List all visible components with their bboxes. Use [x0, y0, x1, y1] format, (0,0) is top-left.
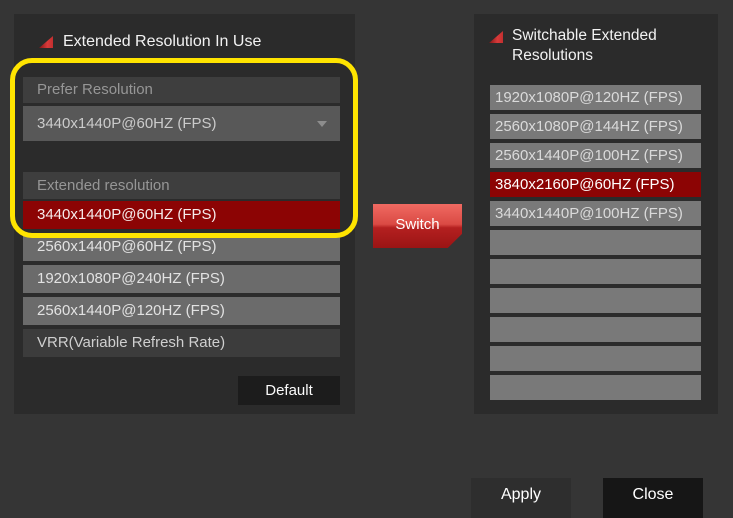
extended-resolution-item[interactable]: 2560x1440P@60HZ (FPS) — [23, 233, 340, 261]
default-button[interactable]: Default — [238, 376, 340, 405]
prefer-resolution-header: Prefer Resolution — [23, 77, 340, 103]
chevron-down-icon — [317, 121, 327, 127]
switch-button[interactable]: Switch — [373, 204, 462, 248]
red-triangle-icon — [38, 35, 54, 49]
red-triangle-icon — [488, 30, 504, 44]
extended-resolution-item[interactable]: 1920x1080P@240HZ (FPS) — [23, 265, 340, 293]
extended-resolution-in-use-panel: Extended Resolution In Use Prefer Resolu… — [14, 14, 355, 414]
switchable-extended-resolutions-panel: Switchable Extended Resolutions 1920x108… — [474, 14, 718, 414]
extended-resolution-item-vrr[interactable]: VRR(Variable Refresh Rate) — [23, 329, 340, 357]
switchable-resolution-item[interactable]: 2560x1440P@100HZ (FPS) — [490, 143, 701, 168]
switchable-resolution-item[interactable]: 1920x1080P@120HZ (FPS) — [490, 85, 701, 110]
switchable-resolution-item[interactable]: 3840x2160P@60HZ (FPS) — [490, 172, 701, 197]
extended-resolution-item[interactable]: 2560x1440P@120HZ (FPS) — [23, 297, 340, 325]
switchable-resolution-item-empty[interactable] — [490, 259, 701, 284]
extended-resolution-header: Extended resolution — [23, 172, 340, 199]
switchable-resolution-item[interactable]: 3440x1440P@100HZ (FPS) — [490, 201, 701, 226]
right-panel-title: Switchable Extended Resolutions — [488, 26, 684, 66]
apply-button[interactable]: Apply — [471, 478, 571, 518]
switchable-resolution-item[interactable]: 2560x1080P@144HZ (FPS) — [490, 114, 701, 139]
left-panel-title: Extended Resolution In Use — [38, 33, 261, 51]
switchable-resolution-item-empty[interactable] — [490, 288, 701, 313]
switchable-resolution-item-empty[interactable] — [490, 375, 701, 400]
left-panel-title-text: Extended Resolution In Use — [63, 33, 261, 51]
switchable-resolution-item-empty[interactable] — [490, 230, 701, 255]
prefer-resolution-dropdown[interactable]: 3440x1440P@60HZ (FPS) — [23, 106, 340, 141]
switchable-resolution-item-empty[interactable] — [490, 317, 701, 342]
right-panel-title-text: Switchable Extended Resolutions — [512, 26, 684, 66]
switchable-resolution-item-empty[interactable] — [490, 346, 701, 371]
extended-resolution-item[interactable]: 3440x1440P@60HZ (FPS) — [23, 201, 340, 229]
prefer-resolution-value: 3440x1440P@60HZ (FPS) — [37, 115, 216, 132]
close-button[interactable]: Close — [603, 478, 703, 518]
